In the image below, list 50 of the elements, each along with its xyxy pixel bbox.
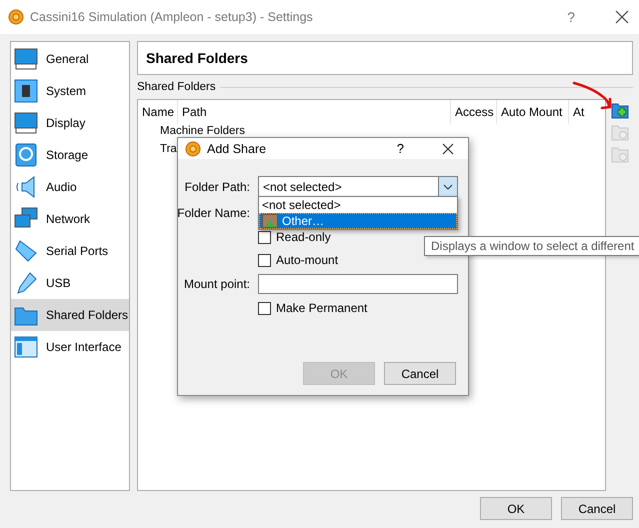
help-button[interactable]: ? xyxy=(396,141,404,156)
sidebar-item[interactable]: User Interface xyxy=(11,331,129,363)
folder-path-combo[interactable]: <not selected> xyxy=(258,176,458,197)
column-header[interactable]: Access xyxy=(451,100,497,124)
sidebar-item[interactable]: Shared Folders xyxy=(11,299,129,331)
close-icon[interactable] xyxy=(442,142,454,154)
cancel-button[interactable]: Cancel xyxy=(561,497,633,520)
add-folder-icon[interactable] xyxy=(610,101,628,119)
sidebar-item[interactable]: General xyxy=(11,43,129,75)
tree-item[interactable]: Machine Folders xyxy=(160,124,246,138)
gear-icon xyxy=(185,140,201,156)
checkbox[interactable] xyxy=(258,302,271,314)
group-label: Shared Folders xyxy=(137,81,216,93)
close-icon[interactable] xyxy=(615,10,629,24)
help-button[interactable]: ? xyxy=(567,9,575,25)
checkbox[interactable] xyxy=(258,254,271,266)
mount-point-field[interactable] xyxy=(258,274,458,294)
column-header[interactable]: Name xyxy=(138,100,178,124)
ok-button[interactable]: OK xyxy=(480,497,552,520)
monitor-icon xyxy=(14,111,38,135)
dropdown-option[interactable]: <not selected> xyxy=(259,197,457,213)
sidebar-item[interactable]: Storage xyxy=(11,139,129,171)
checkbox-label: Read-only xyxy=(276,230,331,244)
dropdown-arrow-icon[interactable] xyxy=(438,177,457,196)
column-header[interactable]: Auto Mount xyxy=(497,100,569,124)
sidebar-item[interactable]: USB xyxy=(11,267,129,299)
chip-icon xyxy=(14,79,38,103)
window-icon xyxy=(14,335,38,359)
checkbox-label: Auto-mount xyxy=(276,253,338,267)
field-label: Folder Path: xyxy=(184,180,250,194)
checkbox[interactable] xyxy=(258,230,271,244)
dropdown-option[interactable]: Other… xyxy=(259,213,457,229)
monitor-icon xyxy=(14,47,38,71)
field-label: Folder Name: xyxy=(177,206,250,220)
sidebar-item[interactable]: Audio xyxy=(11,171,129,203)
sidebar-item[interactable]: Serial Ports xyxy=(11,235,129,267)
window-title: Cassini16 Simulation (Ampleon - setup3) - Settings xyxy=(30,10,314,24)
page-title: Shared Folders xyxy=(146,50,248,66)
sidebar-item[interactable]: System xyxy=(11,75,129,107)
cancel-button[interactable]: Cancel xyxy=(384,362,456,385)
sidebar-item[interactable]: Display xyxy=(11,107,129,139)
column-header[interactable]: At xyxy=(569,100,605,124)
field-label: Mount point: xyxy=(182,277,250,291)
sidebar-item[interactable]: Network xyxy=(11,203,129,235)
tree-item[interactable]: Tra xyxy=(160,142,177,156)
checkbox-label: Make Permanent xyxy=(276,301,368,315)
gear-icon xyxy=(8,9,24,25)
column-header[interactable]: Path xyxy=(178,100,451,124)
dialog-title: Add Share xyxy=(207,142,268,156)
tooltip-text: Displays a window to select a different xyxy=(431,239,634,253)
